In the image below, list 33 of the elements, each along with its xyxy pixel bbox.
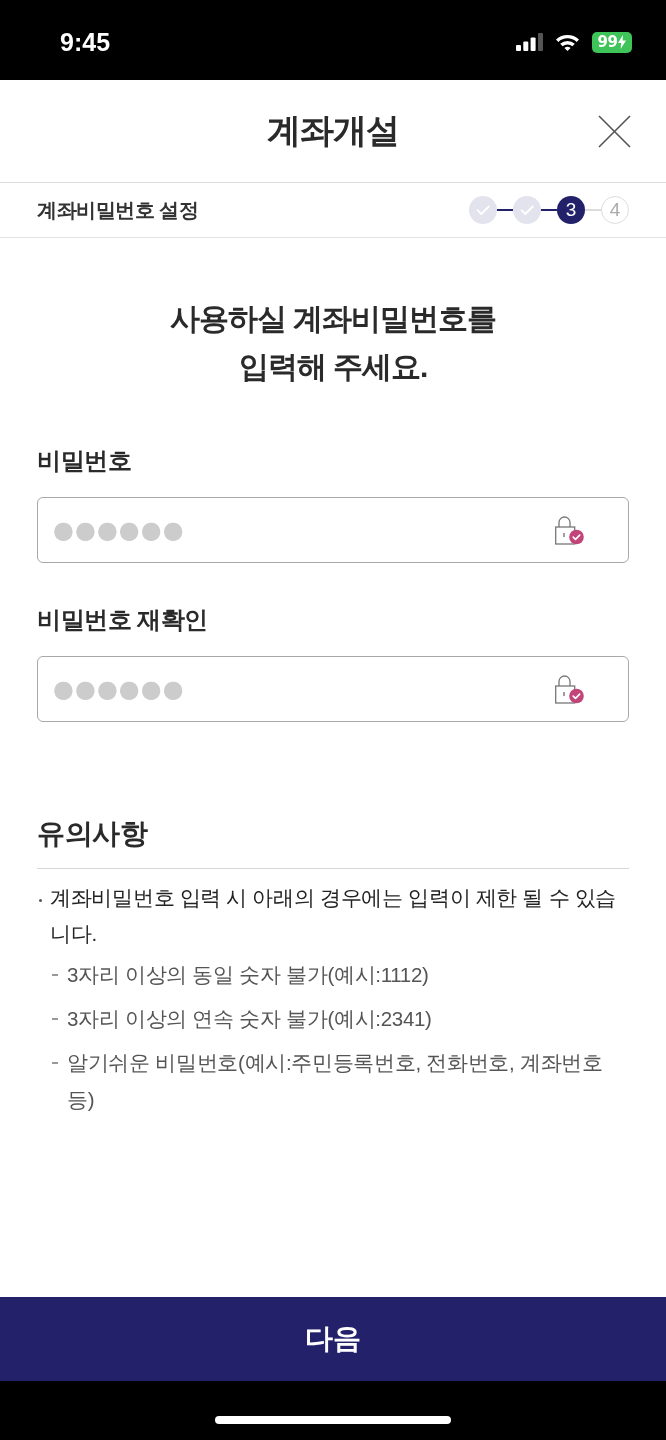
bolt-icon <box>618 35 627 49</box>
step-connector <box>541 209 557 211</box>
lock-check-icon <box>555 674 584 704</box>
password-field[interactable]: ●●●●●● <box>37 656 629 722</box>
field-label: 비밀번호 <box>37 446 132 476</box>
close-icon <box>597 114 631 148</box>
instruction-heading: 사용하실 계좌비밀번호를 입력해 주세요. <box>168 301 498 385</box>
dash-icon <box>52 1062 58 1064</box>
battery-percent: 99 <box>597 33 618 51</box>
wifi-icon <box>555 33 580 51</box>
lock-check-icon <box>555 515 584 545</box>
field-label: 비밀번호 재확인 <box>37 605 209 635</box>
step-indicator: 4 <box>601 196 629 224</box>
step-connector <box>585 209 601 211</box>
signal-icon <box>516 33 543 51</box>
step-title: 계좌비밀번호 설정 <box>37 197 199 223</box>
step-indicator: 3 <box>557 196 585 224</box>
masked-password: ●●●●●● <box>53 518 185 542</box>
page-title: 계좌개설 <box>267 110 399 151</box>
step-connector <box>497 209 513 211</box>
notice-title: 유의사항 <box>37 816 629 869</box>
password-field[interactable]: ●●●●●● <box>37 497 629 563</box>
bullet-icon <box>39 899 42 902</box>
notice-item: 알기쉬운 비밀번호(예시:주민등록번호, 전화번호, 계좌번호 등) <box>67 1050 604 1113</box>
masked-password: ●●●●●● <box>53 677 185 701</box>
notice-item: 3자리 이상의 연속 숫자 불가(예시:2341) <box>67 1006 432 1032</box>
status-time: 9:45 <box>60 27 111 57</box>
dash-icon <box>52 1018 58 1020</box>
notice-text: 계좌비밀번호 입력 시 아래의 경우에는 입력이 제한 될 수 있습니다. <box>50 885 618 947</box>
next-button[interactable]: 다음 <box>0 1297 666 1381</box>
close-button[interactable] <box>597 114 631 148</box>
notice-item: 3자리 이상의 동일 숫자 불가(예시:1112) <box>67 962 429 988</box>
dash-icon <box>52 974 58 976</box>
